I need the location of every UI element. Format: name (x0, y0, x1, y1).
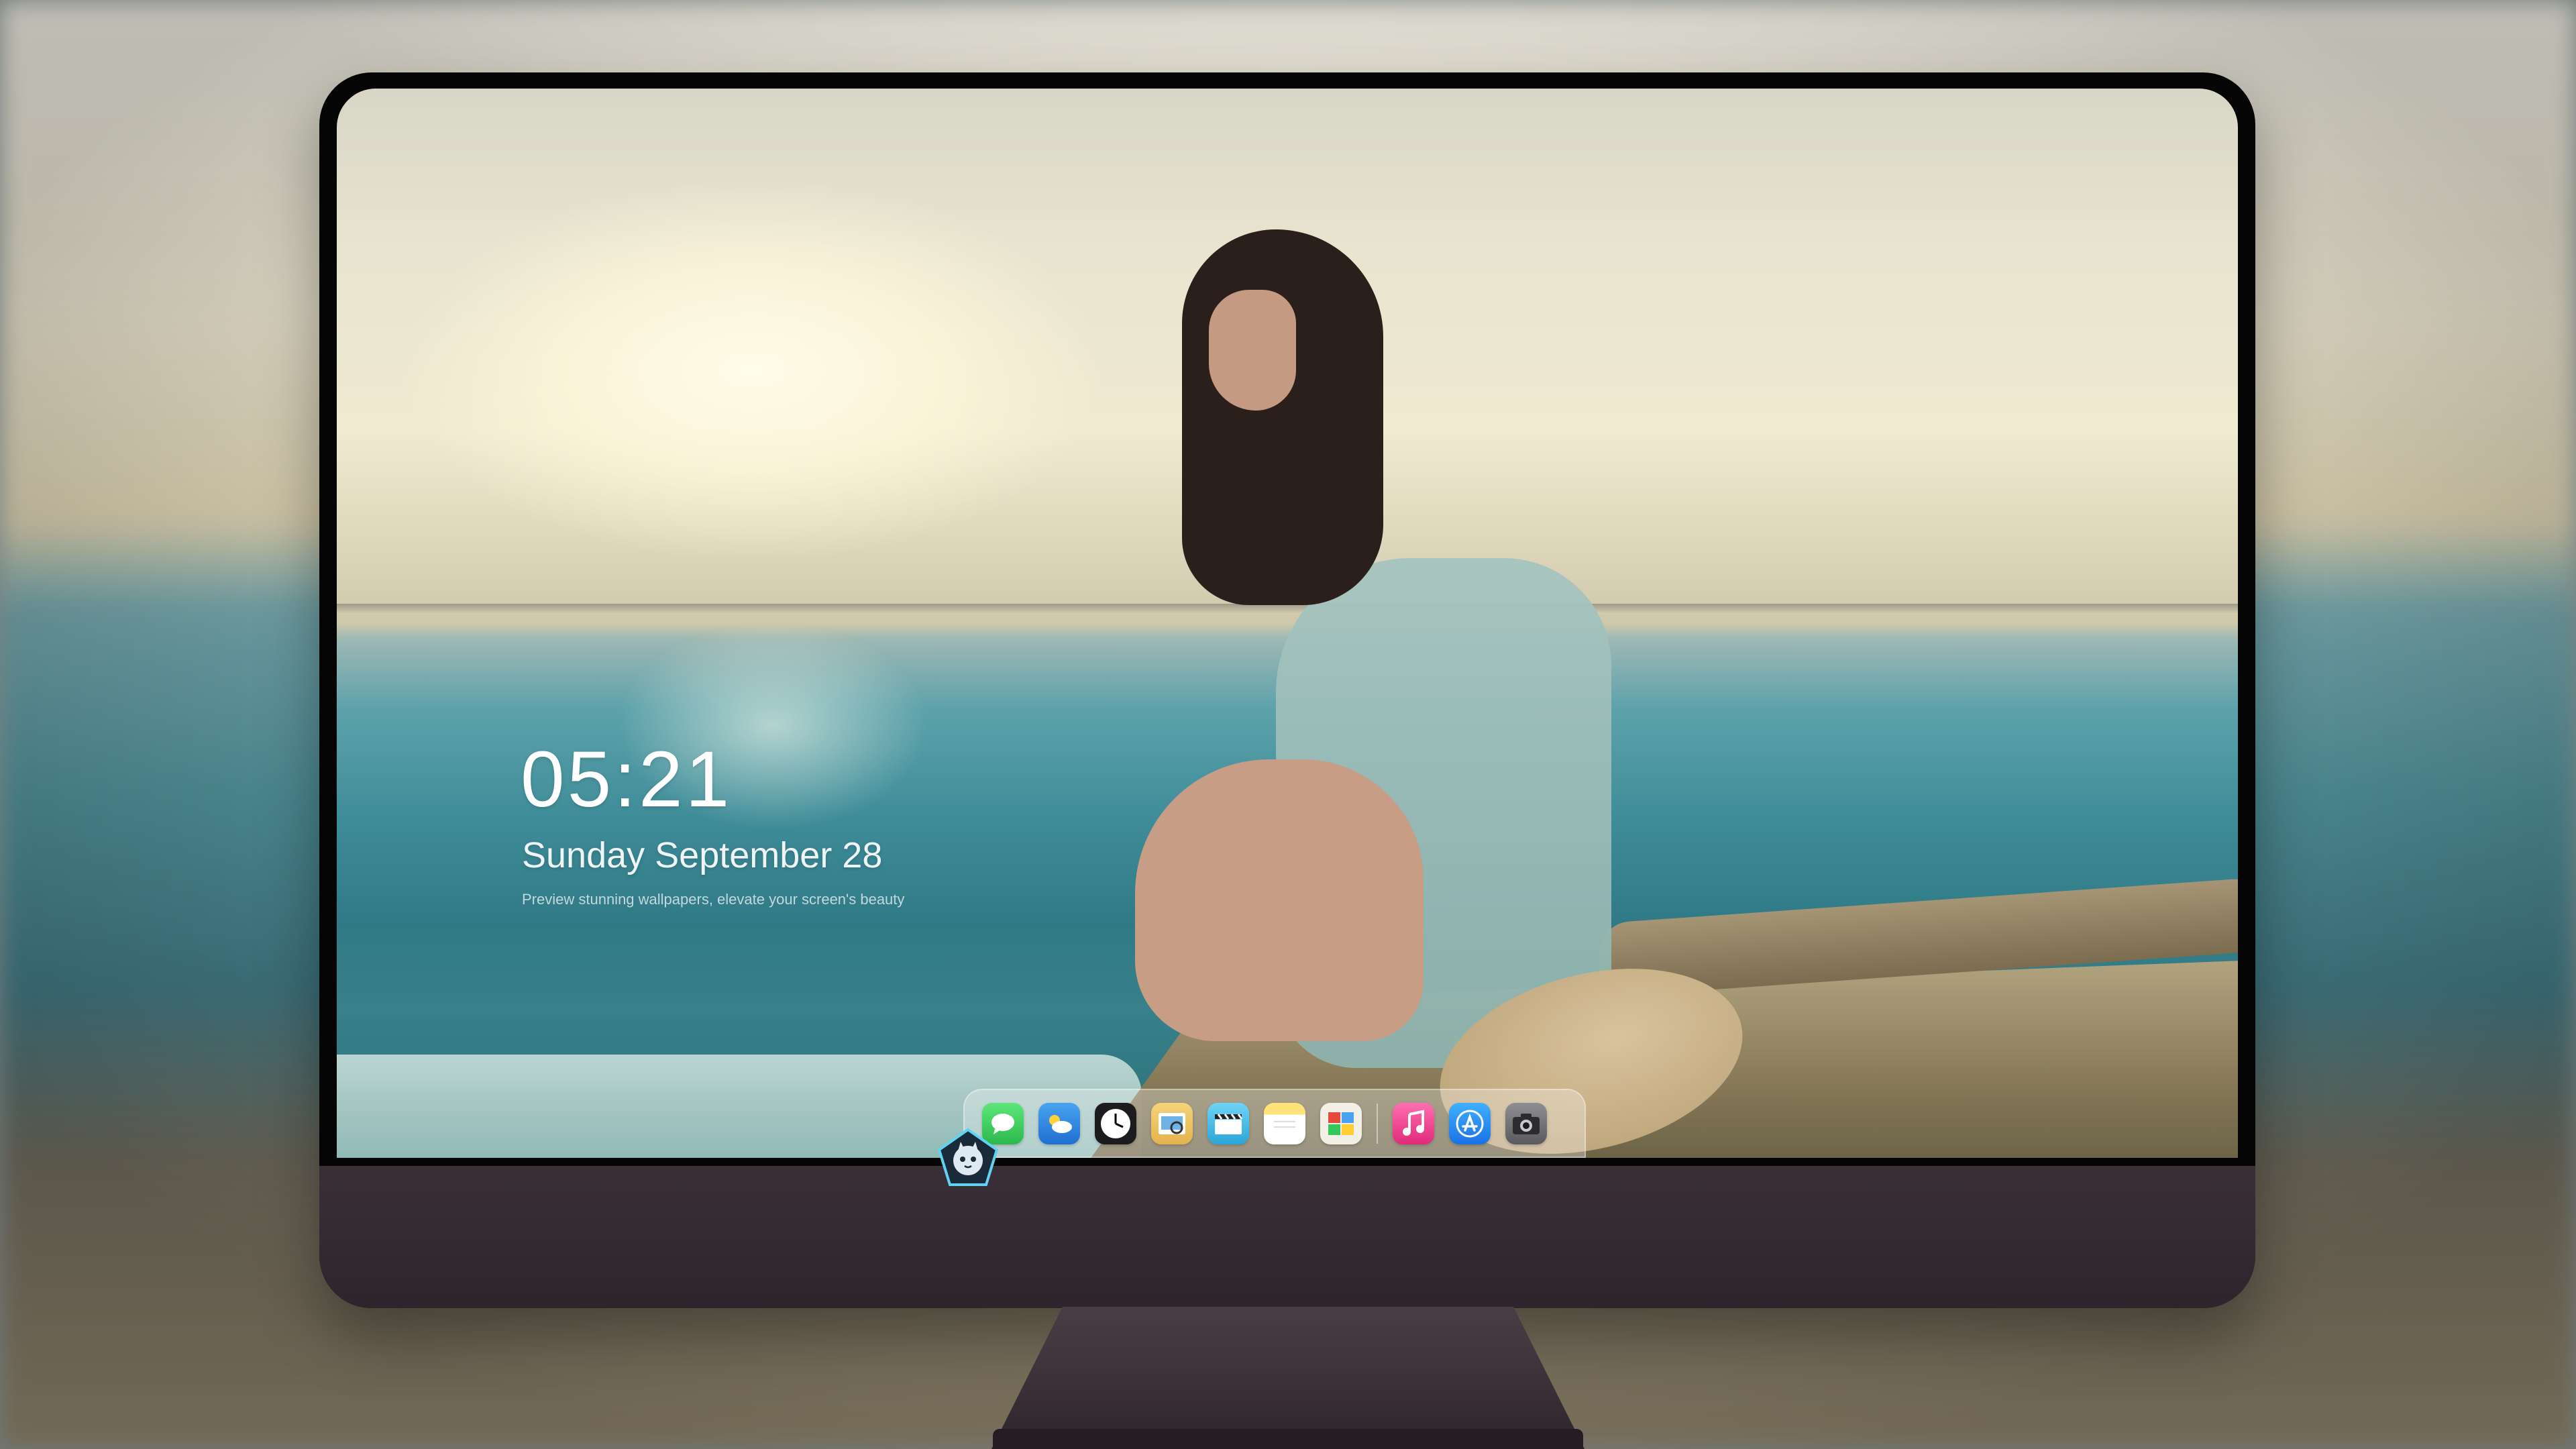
app-store-icon[interactable] (1449, 1102, 1491, 1144)
person-hair (1182, 229, 1383, 605)
monitor-stand (991, 1307, 1585, 1449)
dock-separator (1377, 1103, 1378, 1144)
camera-icon[interactable] (1505, 1102, 1547, 1144)
notes-icon[interactable] (1264, 1102, 1305, 1144)
photo-booth-icon[interactable] (1320, 1102, 1362, 1144)
music-icon[interactable] (1393, 1102, 1434, 1144)
lockscreen-tagline: Preview stunning wallpapers, elevate you… (522, 891, 905, 908)
person-face (1209, 290, 1296, 411)
lockscreen-clock: 05:21 (521, 735, 733, 824)
clips-icon[interactable] (1208, 1102, 1249, 1144)
weather-icon[interactable] (1038, 1102, 1080, 1144)
monitor-stand-base (993, 1429, 1583, 1449)
screen: 05:21 Sunday September 28 Preview stunni… (337, 89, 2238, 1158)
clock-icon[interactable] (1095, 1102, 1136, 1144)
monitor: 05:21 Sunday September 28 Preview stunni… (319, 72, 2255, 1308)
preview-icon[interactable] (1151, 1102, 1193, 1144)
brand-logo-icon (935, 1127, 1001, 1193)
lockscreen-date: Sunday September 28 (522, 835, 883, 875)
horizon-line (337, 604, 2238, 613)
monitor-chin (319, 1166, 2255, 1308)
dock (963, 1089, 1586, 1158)
person-legs (1135, 759, 1424, 1041)
